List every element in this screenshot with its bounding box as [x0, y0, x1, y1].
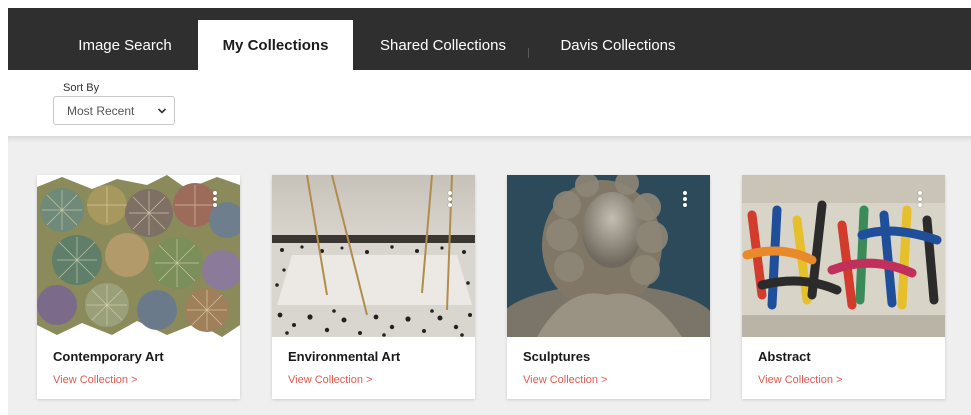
chevron-down-icon — [157, 108, 167, 114]
tab-image-search[interactable]: Image Search — [60, 20, 190, 70]
more-options-icon[interactable] — [212, 191, 218, 209]
top-navigation-bar: Image Search My Collections Shared Colle… — [8, 8, 971, 70]
collection-card[interactable]: Environmental Art View Collection > — [272, 175, 475, 399]
tab-divider — [528, 48, 529, 58]
more-options-icon[interactable] — [682, 191, 688, 209]
view-collection-link[interactable]: View Collection > — [288, 374, 372, 386]
collection-title: Sculptures — [523, 349, 591, 364]
view-collection-link[interactable]: View Collection > — [53, 374, 137, 386]
more-options-icon[interactable] — [447, 191, 453, 209]
collection-card[interactable]: Contemporary Art View Collection > — [37, 175, 240, 399]
collection-title: Environmental Art — [288, 349, 401, 364]
sort-select[interactable]: Most Recent — [53, 96, 175, 125]
collection-thumbnail[interactable] — [37, 175, 240, 337]
view-collection-link[interactable]: View Collection > — [523, 374, 607, 386]
sort-bar: Sort By Most Recent — [0, 70, 971, 136]
tab-shared-collections[interactable]: Shared Collections — [368, 20, 518, 70]
sort-selected-value: Most Recent — [67, 103, 135, 118]
tab-davis-collections[interactable]: Davis Collections — [543, 20, 693, 70]
collection-thumbnail[interactable] — [507, 175, 710, 337]
collection-title: Abstract — [758, 349, 811, 364]
collections-grid: Contemporary Art View Collection > Envir… — [8, 136, 971, 415]
tab-my-collections[interactable]: My Collections — [198, 20, 353, 70]
collection-thumbnail[interactable] — [742, 175, 945, 337]
view-collection-link[interactable]: View Collection > — [758, 374, 842, 386]
collection-thumbnail[interactable] — [272, 175, 475, 337]
sort-by-label: Sort By — [63, 82, 100, 94]
collection-card[interactable]: Abstract View Collection > — [742, 175, 945, 399]
collection-card[interactable]: Sculptures View Collection > — [507, 175, 710, 399]
collection-title: Contemporary Art — [53, 349, 164, 364]
more-options-icon[interactable] — [917, 191, 923, 209]
